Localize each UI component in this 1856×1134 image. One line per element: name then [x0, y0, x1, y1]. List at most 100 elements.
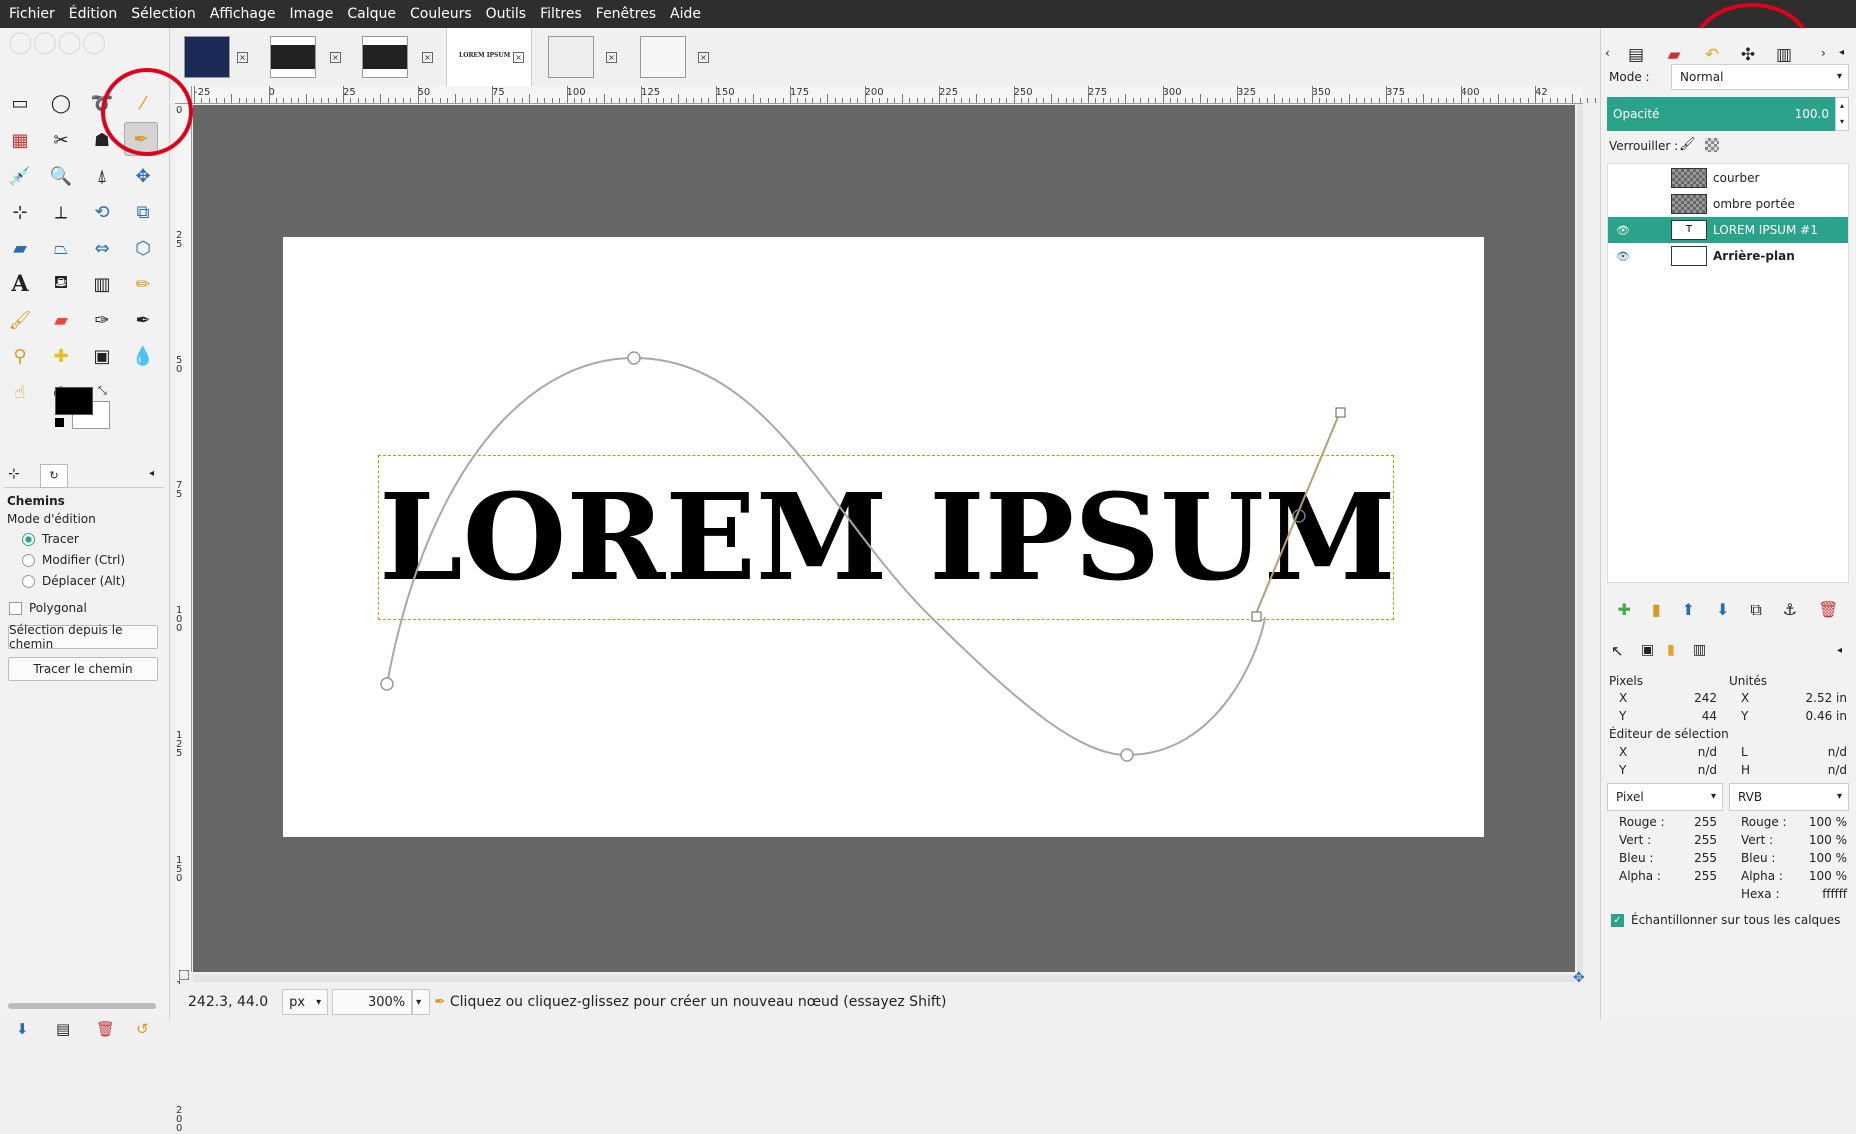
mode-tracer-radio[interactable] [22, 533, 35, 546]
layer-ombre-portee[interactable]: ombre portée [1608, 191, 1848, 217]
image-tab-4-close-icon[interactable]: × [513, 52, 524, 63]
ink-icon[interactable]: ✒ [126, 303, 160, 337]
new-layer-icon[interactable]: ✚ [1617, 600, 1630, 624]
smudge-icon[interactable]: ☝ [3, 375, 37, 409]
menu-edition[interactable]: Édition [62, 0, 124, 28]
ruler-origin[interactable] [175, 86, 192, 104]
menu-outils[interactable]: Outils [479, 0, 533, 28]
layer-courber[interactable]: courber [1608, 165, 1848, 191]
foreground-select-icon[interactable]: ☗ [85, 123, 119, 157]
unit-select[interactable]: px ▾ [282, 989, 329, 1015]
text-layer-boundary[interactable]: LOREM IPSUM [378, 455, 1396, 620]
lower-layer-icon[interactable]: ⬇ [1716, 600, 1729, 624]
right-color-mode-select[interactable]: RVB ▾ [1729, 783, 1849, 811]
perspective-clone-icon[interactable]: ▣ [85, 339, 119, 373]
mode-tracer-label[interactable]: Tracer [42, 532, 79, 546]
dock-left-arrow-icon[interactable]: ‹ [1605, 46, 1610, 60]
foreground-color-swatch[interactable] [55, 387, 93, 415]
image-tab-2-thumb[interactable] [270, 36, 316, 78]
mode-modifier-label[interactable]: Modifier (Ctrl) [42, 553, 125, 567]
fuzzy-select-icon[interactable]: ⁄ [126, 86, 160, 120]
eye-icon[interactable]: 👁 [1616, 224, 1630, 237]
delete-options-icon[interactable]: 🗑 [96, 1020, 115, 1038]
selection-from-path-button[interactable]: Sélection depuis le chemin [8, 623, 158, 651]
dock-right-arrow-icon[interactable]: › [1821, 46, 1826, 60]
mode-modifier-radio[interactable] [22, 554, 35, 567]
panel-menu-icon[interactable]: ◂ [149, 468, 154, 479]
duplicate-layer-icon[interactable]: ⧉ [1750, 600, 1761, 624]
shear-icon[interactable]: ▰ [3, 231, 37, 265]
rect-select-icon[interactable]: ▭ [3, 86, 37, 120]
layer-arriere-plan[interactable]: 👁 Arrière-plan [1608, 243, 1848, 269]
delete-layer-icon[interactable]: 🗑 [1818, 600, 1838, 624]
heal-icon[interactable]: ✚ [44, 339, 78, 373]
eye-icon[interactable]: 👁 [1616, 250, 1630, 263]
horizontal-scrollbar[interactable] [193, 974, 1575, 982]
image-tab-1-thumb[interactable] [184, 36, 230, 78]
blur-icon[interactable]: 💧 [126, 339, 160, 373]
image-tab-6-thumb[interactable] [640, 36, 686, 78]
swap-colors-icon[interactable]: ⤡ [98, 384, 107, 398]
gradient-icon[interactable]: ▥ [85, 267, 119, 301]
anchor-layer-icon[interactable]: ⚓ [1783, 600, 1797, 624]
zoom-icon[interactable]: 🔍 [44, 159, 78, 193]
new-group-icon[interactable]: ▮ [1652, 600, 1661, 624]
polygonal-checkbox[interactable] [9, 602, 22, 615]
lock-pixels-icon[interactable]: 🖌 [1679, 137, 1696, 152]
image-tab-6-close-icon[interactable]: × [698, 52, 709, 63]
scissors-select-icon[interactable]: ✂ [44, 123, 78, 157]
vertical-scrollbar[interactable] [1577, 105, 1583, 972]
device-status-tab-icon[interactable]: ⊹ [8, 466, 20, 482]
reset-options-icon[interactable]: ↺ [136, 1020, 149, 1038]
layer-lorem-ipsum[interactable]: 👁 T LOREM IPSUM #1 [1608, 217, 1848, 243]
airbrush-icon[interactable]: ✑ [85, 303, 119, 337]
zoom-select[interactable]: 300% [332, 989, 413, 1015]
menu-couleurs[interactable]: Couleurs [403, 0, 479, 28]
menu-selection[interactable]: Sélection [124, 0, 203, 28]
text-icon[interactable]: A [3, 267, 37, 301]
options-scrollbar[interactable] [8, 1003, 156, 1009]
layer-mode-select[interactable]: Normal ▾ [1671, 64, 1849, 90]
mode-deplacer-radio[interactable] [22, 575, 35, 588]
color-select-icon[interactable]: ▦ [3, 123, 37, 157]
palette-tab-icon[interactable]: ▮ [1667, 642, 1675, 658]
zoom-dropdown-button[interactable]: ▾ [412, 989, 431, 1015]
paths-tool-icon[interactable]: ✒ [124, 122, 158, 156]
image-tab-3-thumb[interactable] [362, 36, 408, 78]
pointer-tab-icon[interactable]: ↖ [1611, 642, 1624, 660]
image-tab-5-thumb[interactable] [548, 36, 594, 78]
raise-layer-icon[interactable]: ⬆ [1682, 600, 1695, 624]
menu-filtres[interactable]: Filtres [533, 0, 589, 28]
ellipse-select-icon[interactable]: ◯ [44, 86, 78, 120]
gradient-tab-icon[interactable]: ▥ [1693, 642, 1706, 658]
unified-transform-icon[interactable]: ⟲ [85, 195, 119, 229]
image-tab-1-close-icon[interactable]: × [237, 52, 248, 63]
clone-icon[interactable]: ⚲ [3, 339, 37, 373]
perspective-icon[interactable]: ⏢ [44, 231, 78, 265]
menu-calque[interactable]: Calque [340, 0, 403, 28]
measure-icon[interactable]: ⍋ [85, 159, 119, 193]
color-picker-icon[interactable]: 💉 [3, 159, 37, 193]
vertical-ruler[interactable]: 0255075100125150175200 [175, 104, 192, 1134]
flip-icon[interactable]: ⇔ [85, 231, 119, 265]
crop-icon[interactable]: ⟂ [44, 195, 78, 229]
menu-fichier[interactable]: Fichier [2, 0, 62, 28]
panel-menu-icon[interactable]: ◂ [1837, 645, 1842, 656]
menu-aide[interactable]: Aide [663, 0, 708, 28]
stroke-path-button[interactable]: Tracer le chemin [8, 657, 158, 681]
pencil-icon[interactable]: ✏ [126, 267, 160, 301]
scale-icon[interactable]: ⧉ [126, 195, 160, 229]
bucket-fill-icon[interactable]: ⛾ [44, 267, 78, 301]
lock-alpha-icon[interactable] [1705, 138, 1719, 152]
paintbrush-icon[interactable]: 🖌 [3, 303, 37, 337]
layers-tab-icon[interactable]: ▤ [1623, 42, 1649, 68]
dock-menu-icon[interactable]: ◂ [1839, 47, 1844, 58]
sample-points-tab-icon[interactable]: ▣ [1641, 642, 1654, 658]
free-select-icon[interactable]: ➰ [85, 86, 119, 120]
horizontal-ruler[interactable]: -25 0 25 50 75 100 125 150 175 200 225 250 275 300 325… [192, 86, 1604, 104]
image-tab-3-close-icon[interactable]: × [422, 52, 433, 63]
menu-affichage[interactable]: Affichage [203, 0, 283, 28]
default-colors-icon[interactable] [55, 418, 64, 427]
opacity-slider[interactable]: Opacité 100.0 [1607, 97, 1835, 131]
quick-mask-icon[interactable] [179, 970, 189, 980]
